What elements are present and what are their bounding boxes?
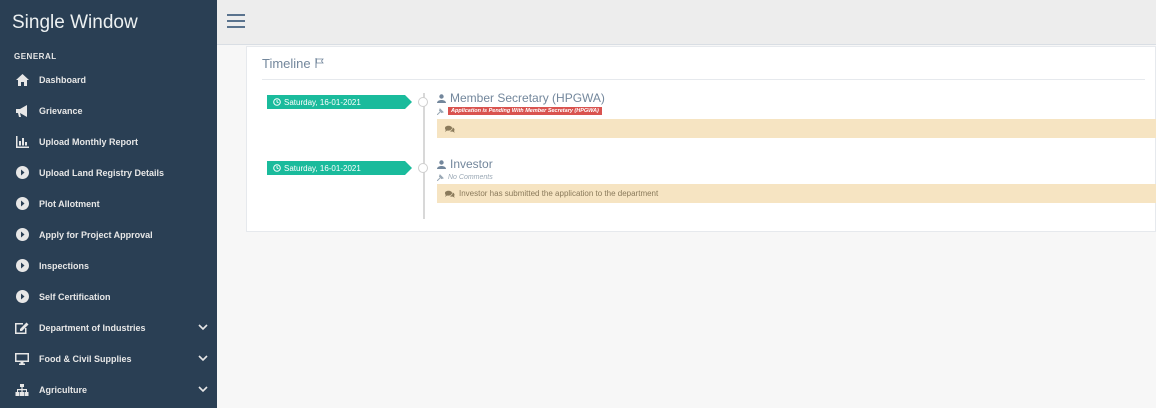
sidebar-item-self-certification[interactable]: Self Certification bbox=[0, 281, 217, 312]
timeline-actor: Member Secretary (HPGWA) bbox=[437, 91, 1156, 105]
timeline-body: Investor No Comments Investor has submit… bbox=[437, 157, 1156, 203]
panel-header: Timeline bbox=[262, 47, 1145, 80]
timeline-entry: Saturday, 16-01-2021 Member Secretary (H… bbox=[265, 89, 1156, 155]
sidebar-menu: Dashboard Grievance Upload Monthly Repor… bbox=[0, 64, 217, 405]
panel-title: Timeline bbox=[262, 55, 311, 71]
status-text: No Comments bbox=[448, 173, 493, 181]
circle-arrow-icon bbox=[15, 166, 29, 180]
timeline-actor: Investor bbox=[437, 157, 1156, 171]
sidebar-item-upload-land-registry[interactable]: Upload Land Registry Details bbox=[0, 157, 217, 188]
pin-icon bbox=[437, 173, 444, 181]
circle-arrow-icon bbox=[15, 290, 29, 304]
timeline-status: Application is Pending With Member Secre… bbox=[437, 106, 1156, 116]
pin-icon bbox=[437, 107, 444, 115]
menu-toggle-icon[interactable] bbox=[227, 14, 245, 28]
bullhorn-icon bbox=[15, 104, 29, 118]
sidebar-item-label: Plot Allotment bbox=[39, 198, 100, 209]
clock-icon bbox=[273, 98, 281, 106]
sidebar-item-label: Grievance bbox=[39, 105, 83, 116]
timeline-panel: Timeline Saturday, 16-01-2021 Member Sec… bbox=[246, 46, 1156, 232]
sidebar-item-upload-monthly-report[interactable]: Upload Monthly Report bbox=[0, 126, 217, 157]
comments-icon bbox=[445, 190, 455, 198]
sidebar-item-dashboard[interactable]: Dashboard bbox=[0, 64, 217, 95]
timeline-actor-name: Member Secretary (HPGWA) bbox=[450, 91, 605, 105]
comments-icon bbox=[445, 125, 455, 133]
circle-arrow-icon bbox=[15, 197, 29, 211]
sidebar-item-label: Department of Industries bbox=[39, 322, 146, 333]
circle-arrow-icon bbox=[15, 259, 29, 273]
status-badge: Application is Pending With Member Secre… bbox=[448, 107, 602, 115]
sidebar-item-label: Upload Land Registry Details bbox=[39, 167, 165, 178]
timeline-status: No Comments bbox=[437, 172, 1156, 182]
timeline-date: Saturday, 16-01-2021 bbox=[284, 163, 361, 173]
app-title[interactable]: Single Window bbox=[0, 0, 217, 46]
clock-icon bbox=[273, 164, 281, 172]
timeline-date-tag: Saturday, 16-01-2021 bbox=[267, 95, 412, 109]
user-icon bbox=[437, 159, 446, 169]
sidebar-section-title: GENERAL bbox=[14, 52, 57, 61]
timeline-body: Member Secretary (HPGWA) Application is … bbox=[437, 91, 1156, 138]
flag-icon bbox=[315, 58, 324, 68]
edit-icon bbox=[15, 321, 29, 335]
sidebar-item-department-of-industries[interactable]: Department of Industries bbox=[0, 312, 217, 343]
timeline-dot bbox=[418, 163, 428, 173]
sidebar-item-grievance[interactable]: Grievance bbox=[0, 95, 217, 126]
sidebar-item-food-civil-supplies[interactable]: Food & Civil Supplies bbox=[0, 343, 217, 374]
timeline-date-tag: Saturday, 16-01-2021 bbox=[267, 161, 412, 175]
sidebar-item-inspections[interactable]: Inspections bbox=[0, 250, 217, 281]
sidebar-item-label: Upload Monthly Report bbox=[39, 136, 138, 147]
sitemap-icon bbox=[15, 383, 29, 397]
chevron-down-icon[interactable] bbox=[198, 353, 208, 363]
timeline-date: Saturday, 16-01-2021 bbox=[284, 97, 361, 107]
user-icon bbox=[437, 93, 446, 103]
desktop-icon bbox=[15, 352, 29, 366]
sidebar-item-project-approval[interactable]: Apply for Project Approval bbox=[0, 219, 217, 250]
bar-chart-icon bbox=[15, 135, 29, 149]
timeline-message: Investor has submitted the application t… bbox=[437, 184, 1156, 203]
top-navbar bbox=[217, 0, 1156, 45]
sidebar-item-label: Agriculture bbox=[39, 384, 88, 395]
sidebar-item-label: Dashboard bbox=[39, 74, 87, 85]
sidebar-item-label: Self Certification bbox=[39, 291, 111, 302]
home-icon bbox=[15, 73, 29, 87]
timeline-message-text: Investor has submitted the application t… bbox=[459, 189, 659, 198]
timeline-message bbox=[437, 119, 1156, 138]
circle-arrow-icon bbox=[15, 228, 29, 242]
sidebar-item-plot-allotment[interactable]: Plot Allotment bbox=[0, 188, 217, 219]
timeline-actor-name: Investor bbox=[450, 157, 493, 171]
timeline-entry: Saturday, 16-01-2021 Investor No Comment… bbox=[265, 155, 1156, 221]
sidebar-item-label: Inspections bbox=[39, 260, 90, 271]
sidebar-item-label: Apply for Project Approval bbox=[39, 229, 153, 240]
timeline: Saturday, 16-01-2021 Member Secretary (H… bbox=[265, 89, 1156, 221]
chevron-down-icon[interactable] bbox=[198, 384, 208, 394]
sidebar-item-label: Food & Civil Supplies bbox=[39, 353, 132, 364]
sidebar: Single Window GENERAL Dashboard Grievanc… bbox=[0, 0, 217, 408]
timeline-dot bbox=[418, 97, 428, 107]
sidebar-item-agriculture[interactable]: Agriculture bbox=[0, 374, 217, 405]
chevron-down-icon[interactable] bbox=[198, 322, 208, 332]
